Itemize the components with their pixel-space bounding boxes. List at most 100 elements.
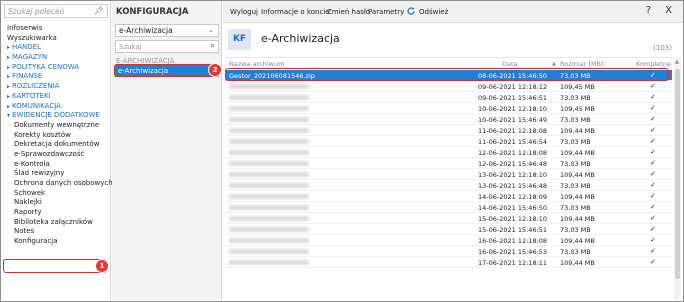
complete-check-icon: ✓ (650, 192, 656, 200)
archive-date: 11-06-2021 12:18:08 (478, 127, 548, 135)
table-row[interactable]: 10-06-2021 12:18:10 109,45 MB ✓ (226, 103, 672, 114)
logout-link[interactable]: Wyloguj (230, 8, 258, 16)
sidebar-item[interactable]: Ślad rewizyjny (7, 169, 107, 179)
table-row[interactable]: 17-06-2021 12:18:11 109,44 MB ✓ (226, 257, 672, 268)
config-module-select-value: e-Archiwizacja (119, 26, 173, 35)
parameters-link[interactable]: Parametry (368, 8, 404, 16)
sidebar-item-label: e-Kontrola (14, 159, 50, 168)
table-row[interactable]: 14-06-2021 12:18:09 109,44 MB ✓ (226, 191, 672, 202)
sidebar-item[interactable]: Konfiguracja (7, 237, 107, 247)
complete-check-icon: ✓ (650, 181, 656, 189)
sidebar-item[interactable]: ▸ KOMUNIKACJA (7, 102, 107, 112)
sidebar-item[interactable]: Korekty kosztów (7, 131, 107, 141)
sidebar-item[interactable]: Infoserwis (7, 24, 107, 34)
table-row[interactable]: 15-06-2021 15:46:51 73,03 MB ✓ (226, 224, 672, 235)
chevron-down-icon[interactable]: ⌄ (208, 25, 214, 36)
table-row[interactable]: 11-06-2021 15:46:54 73,03 MB ✓ (226, 136, 672, 147)
config-filter-input[interactable]: Szukaj ⌕ (115, 40, 219, 53)
record-count: (103) (653, 44, 672, 52)
config-panel: KONFIGURACJA e-Archiwizacja ⌄ Szukaj ⌕ E… (112, 1, 222, 300)
archive-date: 13-06-2021 15:46:48 (478, 182, 548, 190)
sidebar-item[interactable]: Naklejki (7, 198, 107, 208)
sidebar-item[interactable]: ▸ HANDEL (7, 43, 107, 53)
archive-date: 10-06-2021 15:46:49 (478, 116, 548, 124)
column-header-size[interactable]: Rozmiar [MB] (560, 60, 604, 68)
top-toolbar: Wyloguj Informacje o koncie Zmień hasło … (223, 1, 683, 23)
sidebar-item-label: POLITYKA CENOWA (12, 62, 80, 71)
module-logo: KF (228, 29, 251, 50)
archive-date: 16-06-2021 12:18:08 (478, 237, 548, 245)
archive-date: 12-06-2021 15:46:48 (478, 160, 548, 168)
search-icon[interactable]: ⌕ (211, 41, 215, 51)
sidebar-item-label: Ślad rewizyjny (14, 169, 65, 178)
sidebar-item[interactable]: Dokumenty wewnętrzne (7, 121, 107, 131)
sidebar-item[interactable]: ▸ MAGAZYN (7, 53, 107, 63)
archive-size: 73,03 MB (560, 226, 591, 234)
column-header-name[interactable]: Nazwa archiwum (229, 60, 284, 68)
table-row[interactable]: 15-06-2021 12:18:10 109,44 MB ✓ (226, 213, 672, 224)
archive-size: 109,44 MB (560, 237, 595, 245)
archive-date: 09-06-2021 15:46:51 (478, 94, 548, 102)
archive-date: 14-06-2021 15:46:50 (478, 204, 548, 212)
archive-size: 73,03 MB (560, 94, 591, 102)
sidebar-item-label: Schowek (14, 188, 46, 197)
sidebar-item[interactable]: Raporty (7, 208, 107, 218)
pin-icon[interactable]: 📌︎ (94, 6, 104, 15)
sidebar-item[interactable]: ▸ FINANSE (7, 72, 107, 82)
refresh-link[interactable]: Odśwież (419, 8, 448, 16)
config-module-select[interactable]: e-Archiwizacja ⌄ (115, 24, 219, 37)
table-row[interactable]: 09-06-2021 12:18:12 109,45 MB ✓ (226, 81, 672, 92)
table-row[interactable]: 10-06-2021 15:46:49 73,03 MB ✓ (226, 114, 672, 125)
step-badge-1: 1 (96, 260, 108, 272)
config-filter-placeholder: Szukaj (119, 43, 142, 51)
sidebar-item[interactable]: e-Sprawozdawczość (7, 150, 107, 160)
highlight-konfiguracja (3, 259, 107, 273)
sidebar-item[interactable]: Dekretacja dokumentów (7, 140, 107, 150)
table-row[interactable]: 13-06-2021 12:18:10 109,44 MB ✓ (226, 169, 672, 180)
sidebar-item[interactable]: Wyszukiwarka (7, 34, 107, 44)
sidebar-item[interactable]: Notes (7, 227, 107, 237)
archive-size: 109,45 MB (560, 83, 595, 91)
table-row[interactable]: 11-06-2021 12:18:08 109,44 MB ✓ (226, 125, 672, 136)
column-header-complete[interactable]: Kompletne (636, 60, 671, 68)
complete-check-icon: ✓ (650, 93, 656, 101)
archive-date: 15-06-2021 12:18:10 (478, 215, 548, 223)
sidebar-item[interactable]: ▸ KARTOTEKI (7, 92, 107, 102)
sidebar-item[interactable]: Schowek (7, 189, 107, 199)
sidebar-item[interactable]: Ochrona danych osobowych (7, 179, 113, 189)
complete-check-icon: ✓ (650, 148, 656, 156)
table-scrollbar[interactable]: ▲ (674, 57, 681, 300)
table-row[interactable]: 13-06-2021 15:46:48 73,03 MB ✓ (226, 180, 672, 191)
refresh-icon[interactable] (406, 6, 416, 16)
table-row[interactable]: 16-06-2021 15:46:53 73,03 MB ✓ (226, 246, 672, 257)
archive-size: 109,44 MB (560, 215, 595, 223)
archive-size: 109,45 MB (560, 105, 595, 113)
command-search-input[interactable]: Szukaj poleceń 📌︎ (4, 4, 108, 18)
highlight-first-row (225, 68, 669, 81)
help-icon[interactable]: ? (646, 5, 651, 16)
archive-size: 109,44 MB (560, 171, 595, 179)
complete-check-icon: ✓ (650, 247, 656, 255)
blurred-archive-name (229, 150, 309, 155)
table-row[interactable]: 09-06-2021 15:46:51 73,03 MB ✓ (226, 92, 672, 103)
scrollbar-thumb[interactable] (675, 69, 680, 279)
table-row[interactable]: 12-06-2021 15:46:48 73,03 MB ✓ (226, 158, 672, 169)
column-header-date[interactable]: Data (502, 60, 518, 68)
close-icon[interactable]: X (665, 5, 672, 16)
blurred-archive-name (229, 139, 309, 144)
table-row[interactable]: 12-06-2021 12:18:08 109,44 MB ✓ (226, 147, 672, 158)
blurred-archive-name (229, 84, 309, 89)
sidebar-item[interactable]: ▸ ROZLICZENIA (7, 82, 107, 92)
scroll-up-icon[interactable]: ▲ (675, 59, 679, 65)
sidebar-item-label: Dokumenty wewnętrzne (14, 120, 100, 129)
sidebar-item[interactable]: ▸ POLITYKA CENOWA (7, 63, 107, 73)
account-info-link[interactable]: Informacje o koncie (261, 8, 330, 16)
archive-date: 13-06-2021 12:18:10 (478, 171, 548, 179)
sidebar-item[interactable]: e-Kontrola (7, 160, 107, 170)
blurred-archive-name (229, 216, 309, 221)
table-row[interactable]: 14-06-2021 15:46:50 73,03 MB ✓ (226, 202, 672, 213)
sidebar-item[interactable]: ▾ EWIDENCJE DODATKOWE (7, 111, 107, 121)
change-password-link[interactable]: Zmień hasło (327, 8, 370, 16)
table-row[interactable]: 16-06-2021 12:18:08 109,44 MB ✓ (226, 235, 672, 246)
sidebar-item[interactable]: Biblioteka załączników (7, 218, 107, 228)
